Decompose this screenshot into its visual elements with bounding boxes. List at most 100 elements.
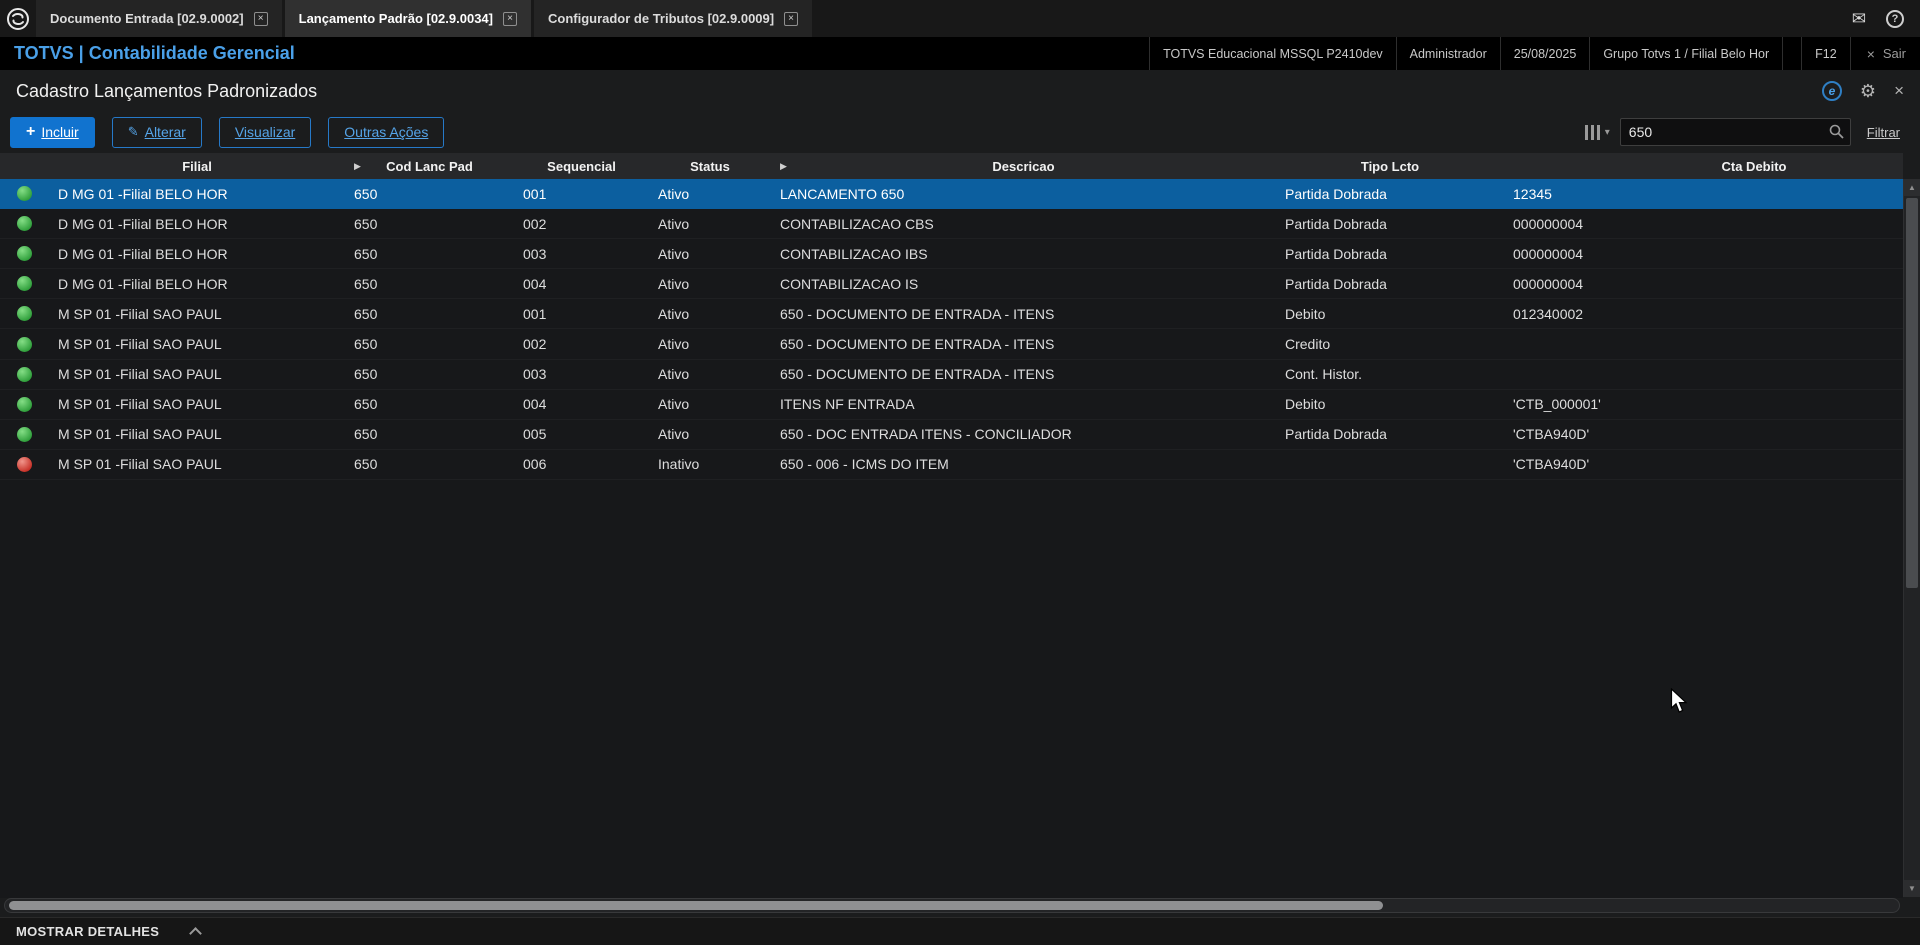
record-status-dot [17,276,32,292]
horizontal-scrollbar[interactable] [4,898,1900,913]
chevron-down-icon[interactable]: ▾ [1605,127,1610,138]
header-cod-lanc-pad[interactable]: ▶ Cod Lanc Pad [345,153,514,179]
tab-label: Configurador de Tributos [02.9.0009] [547,11,775,26]
tab-label: Documento Entrada [02.9.0002] [50,11,244,26]
cell-status: Ativo [658,215,690,232]
cell-descricao: 650 - DOC ENTRADA ITENS - CONCILIADOR [780,426,1072,443]
totvs-logo-icon[interactable] [0,0,36,37]
cell-cod-lanc-pad: 650 [354,366,378,383]
search-icon[interactable] [1829,124,1844,144]
search-input[interactable] [1619,118,1851,146]
cell-descricao: CONTABILIZACAO IBS [780,245,928,262]
page-title: Cadastro Lançamentos Padronizados [16,80,318,101]
cell-cod-lanc-pad: 650 [354,215,378,232]
cell-sequencial: 002 [523,215,547,232]
cell-status: Inativo [658,456,700,473]
cell-descricao: ITENS NF ENTRADA [780,396,915,413]
tab-close-icon[interactable]: × [502,11,517,26]
cell-cta-debito: 'CTBA940D' [1513,426,1590,443]
e-badge-icon[interactable]: e [1821,81,1842,101]
table-row[interactable]: D MG 01 -Filial BELO HOR 650 002 Ativo C… [0,209,1903,240]
app-window: Documento Entrada [02.9.0002] × Lançamen… [0,0,1920,945]
vertical-scrollbar[interactable]: ▲ ▼ [1903,179,1920,897]
record-status-dot [17,366,32,382]
app-title: TOTVS | Contabilidade Gerencial [14,43,295,63]
header-cta-debito[interactable]: Cta Debito [1504,153,1903,179]
table-row[interactable]: M SP 01 -Filial SAO PAUL 650 006 Inativo… [0,450,1903,480]
tab-documento-entrada[interactable]: Documento Entrada [02.9.0002] × [36,0,282,37]
cell-filial: M SP 01 -Filial SAO PAUL [58,305,222,322]
cell-cod-lanc-pad: 650 [354,245,378,262]
cell-descricao: LANCAMENTO 650 [780,185,905,202]
record-status-dot [17,336,32,352]
cell-filial: M SP 01 -Filial SAO PAUL [58,396,222,413]
record-status-dot [17,216,32,232]
header-sequencial[interactable]: Sequencial [514,153,649,179]
horizontal-scroll-thumb[interactable] [9,901,1383,910]
table-row[interactable]: M SP 01 -Filial SAO PAUL 650 004 Ativo I… [0,390,1903,420]
header-status[interactable]: Status [649,153,771,179]
cell-cta-debito: 12345 [1513,185,1552,202]
scroll-up-icon[interactable]: ▲ [1904,179,1920,196]
table-row[interactable]: M SP 01 -Filial SAO PAUL 650 005 Ativo 6… [0,420,1903,450]
alterar-button[interactable]: ✎ Alterar [111,116,202,148]
cell-filial: M SP 01 -Filial SAO PAUL [58,336,222,353]
columns-icon[interactable] [1584,124,1600,140]
toolbar: + Incluir ✎ Alterar Visualizar Outras Aç… [0,112,1920,152]
grid-header-row: Filial ▶ Cod Lanc Pad Sequencial Status … [0,153,1903,179]
table-row[interactable]: M SP 01 -Filial SAO PAUL 650 002 Ativo 6… [0,329,1903,360]
cell-status: Ativo [658,366,690,383]
filtrar-link[interactable]: Filtrar [1867,125,1900,140]
help-icon[interactable]: ? [1886,9,1904,28]
cell-cod-lanc-pad: 650 [354,305,378,322]
vertical-scroll-thumb[interactable] [1906,198,1918,588]
cell-cta-debito: 'CTBA940D' [1513,456,1590,473]
header-filial[interactable]: Filial [49,153,345,179]
cell-status: Ativo [658,426,690,443]
cell-sequencial: 003 [523,366,547,383]
exit-label: Sair [1882,46,1906,61]
incluir-button[interactable]: + Incluir [10,116,95,148]
tab-configurador-tributos[interactable]: Configurador de Tributos [02.9.0009] × [533,0,813,37]
outras-acoes-button[interactable]: Outras Ações [328,116,445,148]
cell-sequencial: 002 [523,336,547,353]
cell-tipo-lcto: Partida Dobrada [1285,185,1387,202]
footer-bar: MOSTRAR DETALHES [0,917,1920,945]
chevron-up-icon[interactable] [189,926,203,940]
record-status-dot [17,456,32,472]
branch-info[interactable]: Grupo Totvs 1 / Filial Belo Hor [1589,37,1784,70]
tab-close-icon[interactable]: × [784,11,799,26]
mail-icon[interactable]: ✉ [1852,9,1866,29]
environment-info: TOTVS Educacional MSSQL P2410dev [1149,37,1396,70]
tab-lancamento-padrao[interactable]: Lançamento Padrão [02.9.0034] × [284,0,531,37]
cell-cod-lanc-pad: 650 [354,336,378,353]
cell-status: Ativo [658,305,690,322]
cell-tipo-lcto: Credito [1285,336,1331,353]
header-descricao[interactable]: ▶ Descricao [771,153,1276,179]
table-row[interactable]: D MG 01 -Filial BELO HOR 650 004 Ativo C… [0,269,1903,300]
cell-sequencial: 001 [523,305,547,322]
cell-tipo-lcto: Partida Dobrada [1285,426,1387,443]
cell-tipo-lcto: Partida Dobrada [1285,215,1387,232]
gear-icon[interactable]: ⚙ [1860,81,1876,102]
plus-icon: + [26,123,36,140]
cell-status: Ativo [658,396,690,413]
cell-sequencial: 004 [523,396,547,413]
table-row[interactable]: M SP 01 -Filial SAO PAUL 650 001 Ativo 6… [0,299,1903,330]
record-status-dot [17,426,32,442]
f12-button[interactable]: F12 [1801,37,1851,70]
page-header: Cadastro Lançamentos Padronizados e ⚙ × [0,70,1920,112]
table-row[interactable]: D MG 01 -Filial BELO HOR 650 001 Ativo L… [0,179,1903,210]
exit-button[interactable]: × Sair [1851,37,1920,70]
close-window-icon[interactable]: × [1894,81,1904,101]
mostrar-detalhes-label[interactable]: MOSTRAR DETALHES [16,924,159,939]
cell-descricao: 650 - 006 - ICMS DO ITEM [780,456,949,473]
tab-close-icon[interactable]: × [253,11,268,26]
column-group-arrow-icon: ▶ [354,161,361,171]
header-tipo-lcto[interactable]: Tipo Lcto [1276,153,1504,179]
visualizar-button[interactable]: Visualizar [218,116,312,148]
table-row[interactable]: D MG 01 -Filial BELO HOR 650 003 Ativo C… [0,239,1903,270]
top-tab-bar: Documento Entrada [02.9.0002] × Lançamen… [0,0,1920,37]
table-row[interactable]: M SP 01 -Filial SAO PAUL 650 003 Ativo 6… [0,360,1903,390]
scroll-down-icon[interactable]: ▼ [1904,880,1920,897]
